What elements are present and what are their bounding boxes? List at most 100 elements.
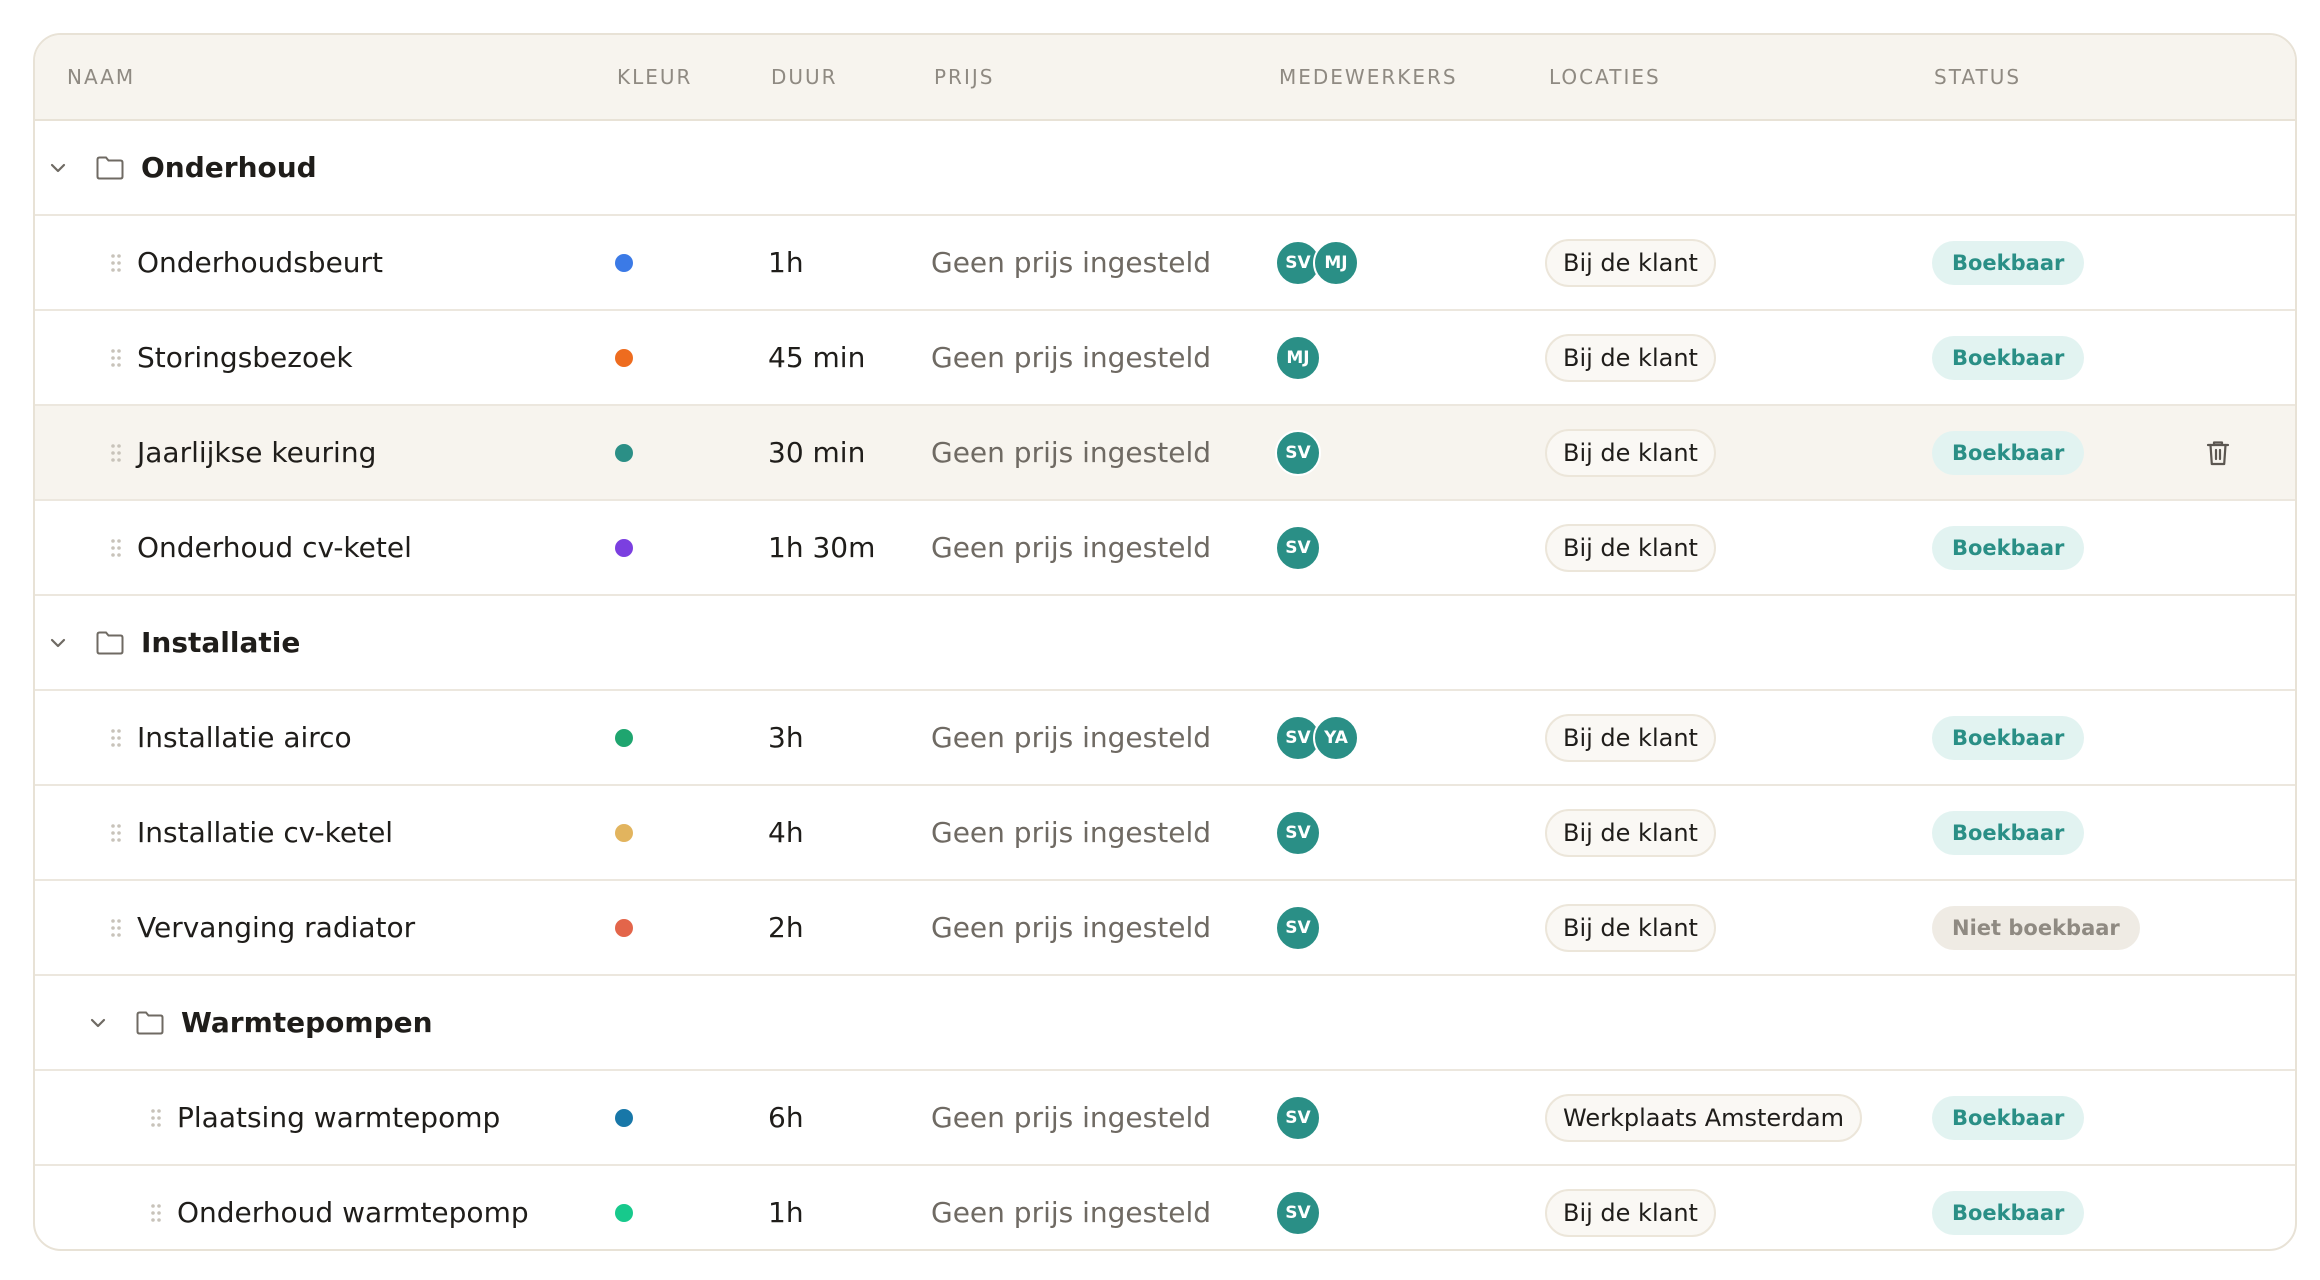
column-header-staff[interactable]: MEDEWERKERS <box>1279 35 1458 119</box>
location-badge: Bij de klant <box>1545 238 1716 287</box>
avatar[interactable]: SV <box>1275 1094 1321 1141</box>
status-badge[interactable]: Niet boekbaar <box>1932 905 2140 950</box>
avatar[interactable]: SV <box>1275 429 1321 476</box>
service-name-cell: Onderhoudsbeurt <box>109 216 383 309</box>
table-row[interactable]: Onderhoud cv-ketel 1h 30m Geen prijs inges… <box>35 501 2295 596</box>
drag-handle-icon[interactable] <box>109 822 123 844</box>
drag-handle-icon[interactable] <box>109 442 123 464</box>
color-cell <box>615 311 633 404</box>
service-name-cell: Jaarlijkse keuring <box>109 406 376 499</box>
staff-cell: SV <box>1275 786 1321 879</box>
expand-toggle[interactable] <box>87 976 109 1069</box>
staff-cell: SV <box>1275 881 1321 974</box>
color-dot <box>615 918 633 937</box>
service-name[interactable]: Onderhoud warmtepomp <box>177 1196 529 1229</box>
status-badge[interactable]: Boekbaar <box>1932 525 2085 570</box>
price-cell: Geen prijs ingesteld <box>931 691 1211 784</box>
status-cell: Boekbaar <box>1932 691 2085 784</box>
color-cell <box>615 1166 633 1249</box>
expand-toggle[interactable] <box>47 121 69 214</box>
service-name[interactable]: Plaatsing warmtepomp <box>177 1101 500 1134</box>
drag-handle-icon[interactable] <box>149 1202 163 1224</box>
expand-toggle[interactable] <box>47 596 69 689</box>
service-name[interactable]: Storingsbezoek <box>137 341 353 374</box>
drag-handle-icon[interactable] <box>109 917 123 939</box>
price: Geen prijs ingesteld <box>931 816 1211 849</box>
staff-cell: MJ <box>1275 311 1321 404</box>
status-badge[interactable]: Boekbaar <box>1932 715 2085 760</box>
column-header-locations[interactable]: LOCATIES <box>1549 35 1661 119</box>
avatar[interactable]: MJ <box>1313 239 1359 286</box>
price: Geen prijs ingesteld <box>931 1196 1211 1229</box>
price: Geen prijs ingesteld <box>931 436 1211 469</box>
delete-button[interactable] <box>2205 406 2231 499</box>
status-badge[interactable]: Boekbaar <box>1932 1095 2085 1140</box>
staff-cell: SV MJ <box>1275 216 1359 309</box>
trash-icon[interactable] <box>2205 439 2231 467</box>
group-title: Onderhoud <box>95 121 317 214</box>
avatar[interactable]: SV <box>1275 524 1321 571</box>
duration: 3h <box>768 721 804 754</box>
column-header-duration[interactable]: DUUR <box>771 35 838 119</box>
status-badge[interactable]: Boekbaar <box>1932 335 2085 380</box>
duration-cell: 4h <box>768 786 804 879</box>
drag-handle-icon[interactable] <box>109 252 123 274</box>
price-cell: Geen prijs ingesteld <box>931 406 1211 499</box>
service-name[interactable]: Onderhoud cv-ketel <box>137 531 412 564</box>
avatar[interactable]: YA <box>1313 714 1359 761</box>
drag-handle-icon[interactable] <box>109 727 123 749</box>
table-row[interactable]: Vervanging radiator 2h Geen prijs ingestel… <box>35 881 2295 976</box>
service-name-cell: Onderhoud warmtepomp <box>149 1166 529 1249</box>
drag-handle-icon[interactable] <box>149 1107 163 1129</box>
color-dot <box>615 538 633 557</box>
column-header-name[interactable]: NAAM <box>67 35 135 119</box>
location-badge: Bij de klant <box>1545 1188 1716 1237</box>
drag-handle-icon[interactable] <box>109 347 123 369</box>
column-header-price[interactable]: PRIJS <box>934 35 994 119</box>
table-row[interactable]: Jaarlijkse keuring 30 min Geen prijs inges… <box>35 406 2295 501</box>
location-badge: Bij de klant <box>1545 808 1716 857</box>
avatar[interactable]: SV <box>1275 904 1321 951</box>
status-badge[interactable]: Boekbaar <box>1932 240 2085 285</box>
group-name: Installatie <box>141 626 301 659</box>
table-row[interactable]: Plaatsing warmtepomp 6h Geen prijs ingeste… <box>35 1071 2295 1166</box>
price: Geen prijs ingesteld <box>931 341 1211 374</box>
price-cell: Geen prijs ingesteld <box>931 1166 1211 1249</box>
location-cell: Bij de klant <box>1545 1166 1716 1249</box>
table-row[interactable]: Onderhoud warmtepomp 1h Geen prijs ingeste… <box>35 1166 2295 1249</box>
service-name-cell: Installatie airco <box>109 691 352 784</box>
location-badge: Bij de klant <box>1545 333 1716 382</box>
table-row[interactable]: Installatie cv-ketel 4h Geen prijs ingeste… <box>35 786 2295 881</box>
service-name[interactable]: Vervanging radiator <box>137 911 415 944</box>
color-dot <box>615 443 633 462</box>
location-cell: Bij de klant <box>1545 311 1716 404</box>
table-row[interactable]: Installatie airco 3h Geen prijs ingesteld S… <box>35 691 2295 786</box>
status-badge[interactable]: Boekbaar <box>1932 1190 2085 1235</box>
status-cell: Boekbaar <box>1932 1166 2085 1249</box>
service-name[interactable]: Jaarlijkse keuring <box>137 436 376 469</box>
status-cell: Boekbaar <box>1932 406 2085 499</box>
chevron-down-icon <box>47 632 69 654</box>
price-cell: Geen prijs ingesteld <box>931 786 1211 879</box>
group-row[interactable]: Warmtepompen <box>35 976 2295 1071</box>
status-badge[interactable]: Boekbaar <box>1932 430 2085 475</box>
avatar[interactable]: SV <box>1275 809 1321 856</box>
status-cell: Boekbaar <box>1932 216 2085 309</box>
color-cell <box>615 691 633 784</box>
service-name[interactable]: Onderhoudsbeurt <box>137 246 383 279</box>
column-header-status[interactable]: STATUS <box>1934 35 2021 119</box>
group-row[interactable]: Onderhoud <box>35 121 2295 216</box>
column-header-color[interactable]: KLEUR <box>617 35 692 119</box>
location-badge: Bij de klant <box>1545 903 1716 952</box>
avatar[interactable]: MJ <box>1275 334 1321 381</box>
avatar[interactable]: SV <box>1275 1189 1321 1236</box>
table-row[interactable]: Storingsbezoek 45 min Geen prijs ingesteld… <box>35 311 2295 406</box>
drag-handle-icon[interactable] <box>109 537 123 559</box>
location-cell: Bij de klant <box>1545 881 1716 974</box>
status-badge[interactable]: Boekbaar <box>1932 810 2085 855</box>
duration: 6h <box>768 1101 804 1134</box>
table-row[interactable]: Onderhoudsbeurt 1h Geen prijs ingesteld SV M… <box>35 216 2295 311</box>
service-name[interactable]: Installatie airco <box>137 721 352 754</box>
service-name[interactable]: Installatie cv-ketel <box>137 816 393 849</box>
group-row[interactable]: Installatie <box>35 596 2295 691</box>
